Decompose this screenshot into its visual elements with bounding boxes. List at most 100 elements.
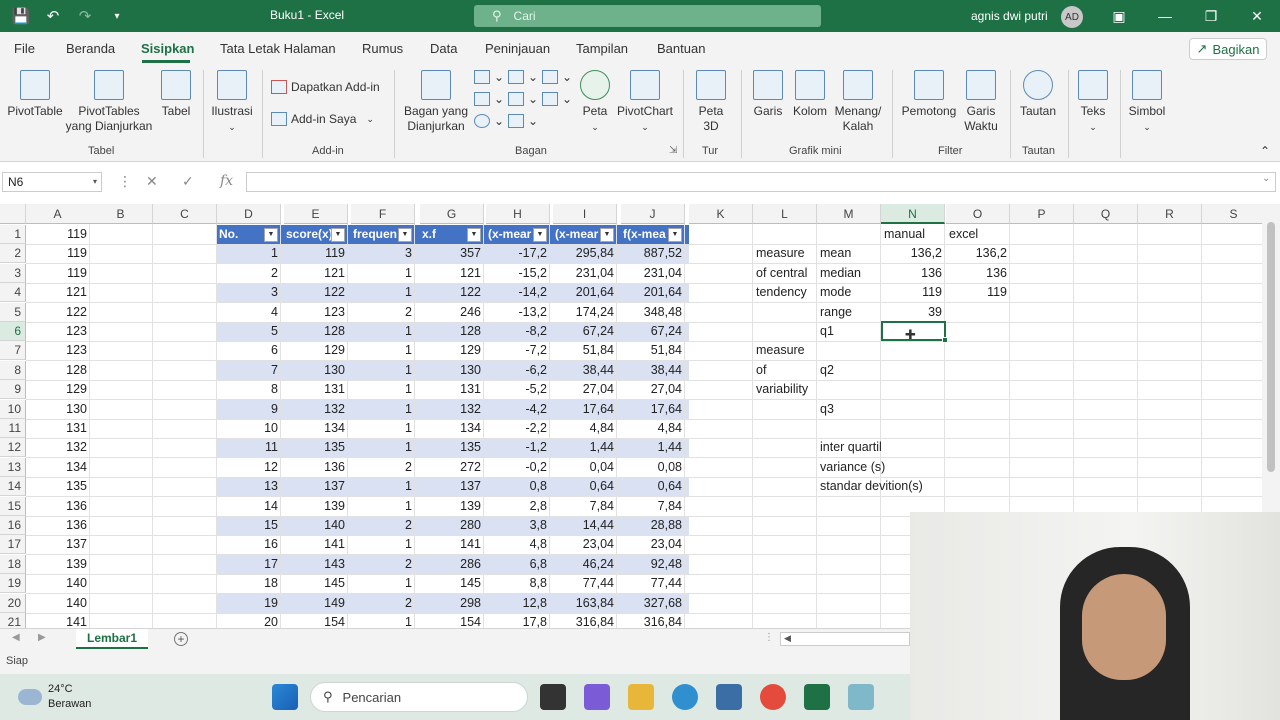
recommended-charts-button[interactable]: Bagan yang Dianjurkan: [400, 70, 472, 134]
table-cell[interactable]: 348,48: [621, 303, 685, 322]
table-cell[interactable]: 2: [217, 264, 281, 283]
row-header-1[interactable]: 1: [0, 225, 26, 244]
cell-l8[interactable]: of: [753, 361, 817, 380]
cell-m14[interactable]: standar devition(s): [817, 477, 947, 496]
table-cell[interactable]: 77,44: [621, 574, 685, 593]
cell-m2[interactable]: mean: [817, 244, 881, 263]
recommended-pivottables-button[interactable]: PivotTables yang Dianjurkan: [64, 70, 154, 134]
table-cell[interactable]: 174,24: [553, 303, 617, 322]
table-cell[interactable]: 131: [420, 380, 484, 399]
pivottable-button[interactable]: PivotTable: [6, 70, 64, 119]
sparkline-column-button[interactable]: Kolom: [790, 70, 830, 119]
search-box[interactable]: ⚲ Cari: [474, 5, 821, 27]
row-header-20[interactable]: 20: [0, 594, 26, 613]
table-cell[interactable]: 12,8: [486, 594, 550, 613]
table-cell[interactable]: 135: [284, 438, 348, 457]
table-button[interactable]: Tabel: [156, 70, 196, 119]
table-cell[interactable]: 154: [284, 613, 348, 628]
customize-icon[interactable]: ▾: [106, 5, 128, 27]
hierarchy-chart-dropdown[interactable]: ⌄: [508, 70, 538, 84]
table-cell[interactable]: 137: [420, 477, 484, 496]
table-cell[interactable]: 4,8: [486, 535, 550, 554]
column-header-s[interactable]: S: [1202, 204, 1262, 224]
waterfall-chart-dropdown[interactable]: ⌄: [542, 70, 572, 84]
table-cell[interactable]: 122: [284, 283, 348, 302]
table-header-cell[interactable]: No.: [217, 225, 265, 244]
table-cell[interactable]: 15: [217, 516, 281, 535]
cell-a1[interactable]: 119: [26, 225, 90, 244]
taskbar-search[interactable]: ⚲ Pencarian: [310, 682, 528, 712]
table-cell[interactable]: 0,8: [486, 477, 550, 496]
row-header-18[interactable]: 18: [0, 555, 26, 574]
table-cell[interactable]: 67,24: [553, 322, 617, 341]
column-header-i[interactable]: I: [553, 204, 617, 224]
column-header-b[interactable]: B: [89, 204, 153, 224]
scroll-left-icon[interactable]: ◀: [784, 633, 791, 644]
column-header-q[interactable]: Q: [1074, 204, 1138, 224]
table-cell[interactable]: 154: [420, 613, 484, 628]
tab-help[interactable]: Bantuan: [657, 41, 705, 56]
cell-o3[interactable]: 136: [946, 264, 1010, 283]
statistic-chart-dropdown[interactable]: ⌄: [508, 92, 538, 106]
tab-view[interactable]: Tampilan: [576, 41, 628, 56]
row-header-3[interactable]: 3: [0, 264, 26, 283]
table-cell[interactable]: 1: [351, 380, 415, 399]
table-cell[interactable]: 17,64: [621, 400, 685, 419]
table-cell[interactable]: 38,44: [553, 361, 617, 380]
row-header-14[interactable]: 14: [0, 477, 26, 496]
table-cell[interactable]: 4,84: [553, 419, 617, 438]
table-cell[interactable]: 1,44: [621, 438, 685, 457]
cell-a5[interactable]: 122: [26, 303, 90, 322]
table-cell[interactable]: 1: [351, 361, 415, 380]
table-cell[interactable]: 1,44: [553, 438, 617, 457]
row-header-11[interactable]: 11: [0, 419, 26, 438]
table-cell[interactable]: 141: [420, 535, 484, 554]
chrome-icon[interactable]: [760, 684, 786, 710]
close-icon[interactable]: ✕: [1242, 4, 1272, 28]
cell-m13[interactable]: variance (s): [817, 458, 947, 477]
table-cell[interactable]: 1: [351, 497, 415, 516]
filter-dropdown-icon[interactable]: ▼: [668, 228, 682, 242]
row-header-8[interactable]: 8: [0, 361, 26, 380]
3d-map-button[interactable]: Peta 3D: [692, 70, 730, 134]
cell-a19[interactable]: 140: [26, 574, 90, 593]
column-header-a[interactable]: A: [26, 204, 90, 224]
start-icon[interactable]: [272, 684, 298, 710]
tab-page-layout[interactable]: Tata Letak Halaman: [220, 41, 336, 56]
table-cell[interactable]: 129: [420, 341, 484, 360]
task-view-icon[interactable]: [540, 684, 566, 710]
cell-a16[interactable]: 136: [26, 516, 90, 535]
timeline-button[interactable]: Garis Waktu: [960, 70, 1002, 134]
cell-a2[interactable]: 119: [26, 244, 90, 263]
table-cell[interactable]: 19: [217, 594, 281, 613]
table-cell[interactable]: 1: [351, 264, 415, 283]
cell-n1[interactable]: manual: [881, 225, 945, 244]
cell-n3[interactable]: 136: [881, 264, 945, 283]
tab-formulas[interactable]: Rumus: [362, 41, 403, 56]
table-cell[interactable]: 10: [217, 419, 281, 438]
table-cell[interactable]: 0,64: [553, 477, 617, 496]
table-cell[interactable]: 130: [420, 361, 484, 380]
table-cell[interactable]: 1: [351, 574, 415, 593]
table-cell[interactable]: 1: [351, 535, 415, 554]
table-cell[interactable]: 1: [351, 613, 415, 628]
table-cell[interactable]: 14,44: [553, 516, 617, 535]
scroll-thumb[interactable]: [1267, 222, 1275, 472]
maps-button[interactable]: Peta ⌄: [578, 70, 612, 135]
table-cell[interactable]: 141: [284, 535, 348, 554]
line-chart-dropdown[interactable]: ⌄: [474, 92, 504, 106]
fill-handle[interactable]: [942, 337, 948, 343]
cell-a21[interactable]: 141: [26, 613, 90, 628]
column-header-d[interactable]: D: [217, 204, 281, 224]
table-cell[interactable]: 18: [217, 574, 281, 593]
prev-sheet-icon[interactable]: ◀: [12, 632, 20, 643]
table-cell[interactable]: 38,44: [621, 361, 685, 380]
table-cell[interactable]: 286: [420, 555, 484, 574]
table-header-cell[interactable]: f(x-mea: [621, 225, 669, 244]
cell-n4[interactable]: 119: [881, 283, 945, 302]
function-icon[interactable]: fx: [220, 173, 233, 189]
table-cell[interactable]: 0,08: [621, 458, 685, 477]
cell-a13[interactable]: 134: [26, 458, 90, 477]
weather-widget[interactable]: 24°C Berawan: [18, 682, 91, 712]
column-header-f[interactable]: F: [351, 204, 415, 224]
